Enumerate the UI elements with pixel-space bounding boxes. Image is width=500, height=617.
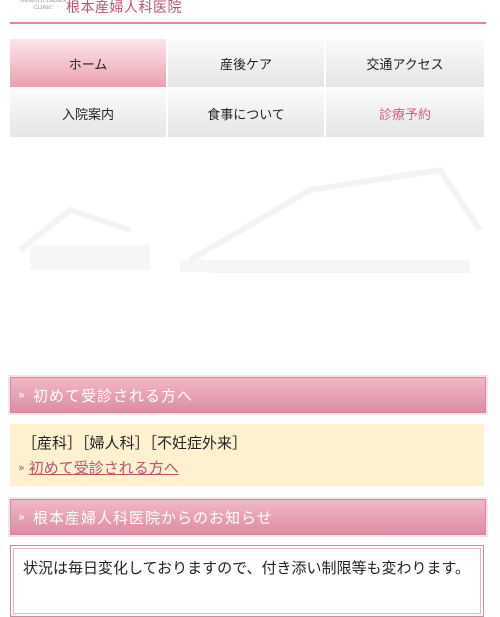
first-visit-box: ［産科］［婦人科］［不妊症外来］ » 初めて受診される方へ: [10, 424, 484, 486]
nav-row-2: 入院案内 食事について 診療予約: [10, 89, 484, 137]
main-nav: ホーム 産後ケア 交通アクセス 入院案内 食事について 診療予約: [10, 39, 484, 139]
nav-row-1: ホーム 産後ケア 交通アクセス: [10, 39, 484, 87]
section-header-first-visit: » 初めて受診される方へ: [10, 377, 486, 413]
nav-item-home[interactable]: ホーム: [10, 39, 168, 87]
section-title: 根本産婦人科医院からのお知らせ: [33, 508, 273, 527]
nav-item-postpartum-care[interactable]: 産後ケア: [168, 39, 326, 87]
faded-building-image: [18, 166, 483, 273]
clinic-logo[interactable]: NEMOTO LADIES CLINIC: [16, 0, 70, 12]
departments-text: ［産科］［婦人科］［不妊症外来］: [22, 434, 248, 452]
nav-item-admission[interactable]: 入院案内: [10, 89, 168, 137]
nav-item-appointment[interactable]: 診療予約: [326, 89, 484, 137]
nav-item-meals[interactable]: 食事について: [168, 89, 326, 137]
notice-text: 状況は毎日変化しておりますので、付き添い制限等も変わります。: [23, 559, 471, 577]
first-visit-link[interactable]: 初めて受診される方へ: [29, 457, 179, 478]
site-name[interactable]: 根本産婦人科医院: [66, 0, 182, 17]
site-header: NEMOTO LADIES CLINIC 根本産婦人科医院: [10, 0, 486, 24]
nav-item-access[interactable]: 交通アクセス: [326, 39, 484, 87]
first-visit-link-row[interactable]: » 初めて受診される方へ: [18, 457, 179, 478]
logo-text: NEMOTO LADIES CLINIC: [19, 0, 67, 11]
double-chevron-icon: »: [17, 510, 27, 524]
double-chevron-icon: »: [18, 461, 25, 474]
double-chevron-icon: »: [17, 388, 27, 402]
notice-box: 状況は毎日変化しておりますので、付き添い制限等も変わります。: [10, 545, 484, 617]
hero-image: [10, 150, 486, 360]
section-title: 初めて受診される方へ: [33, 386, 194, 405]
section-header-news: » 根本産婦人科医院からのお知らせ: [10, 499, 486, 535]
